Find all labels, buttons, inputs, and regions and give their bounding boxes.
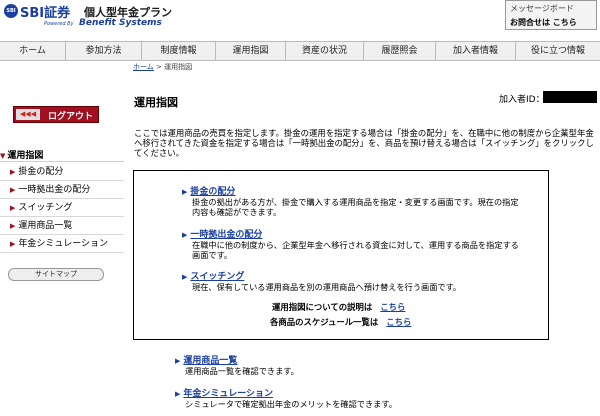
schedule-ref-label: 各商品のスケジュール一覧は xyxy=(270,317,379,327)
nav-asset-status[interactable]: 資産の状況 xyxy=(286,42,364,60)
option-title[interactable]: 掛金の配分 xyxy=(190,187,235,197)
breadcrumb-home[interactable]: ホーム xyxy=(133,63,154,71)
nav-system-info[interactable]: 制度情報 xyxy=(142,42,216,60)
contact-link[interactable]: お問合せは こちら xyxy=(510,17,577,28)
schedule-link[interactable]: こちら xyxy=(386,317,411,327)
schedule-ref: 各商品のスケジュール一覧は こちら xyxy=(270,316,411,328)
sidebar-item-pension-simulation[interactable]: ▶ 年金シミュレーション xyxy=(0,235,124,253)
sidebar-item-lump-sum-allocation[interactable]: ▶ 一時拠出金の配分 xyxy=(0,181,124,199)
sitemap-button[interactable]: サイトマップ xyxy=(8,268,104,281)
breadcrumb-current: 運用指図 xyxy=(164,63,193,71)
sidebar-item-switching[interactable]: ▶ スイッチング xyxy=(0,199,124,217)
sidebar-menu: ▶ 掛金の配分 ▶ 一時拠出金の配分 ▶ スイッチング ▶ 運用商品一覧 ▶ 年金シミュレ… xyxy=(0,163,124,253)
sidebar-item-label: 運用商品一覧 xyxy=(18,221,73,231)
option-contribution-allocation: ▶ 掛金の配分 掛金の拠出がある方が、掛金で購入する運用商品を指定・変更する画面で… xyxy=(182,184,522,217)
sidebar-item-product-list[interactable]: ▶ 運用商品一覧 xyxy=(0,217,124,235)
logout-arrows-icon: ◀◀◀ xyxy=(16,109,40,120)
nav-history[interactable]: 履歴照会 xyxy=(364,42,436,60)
option-switching: ▶ スイッチング 現在、保有している運用商品を別の運用商品へ預け替えを行う画面です… xyxy=(182,269,522,292)
triangle-right-icon: ▶ xyxy=(182,188,188,196)
pension-simulation-description: シミュレータで確定拠出年金のメリットを確認できます。 xyxy=(185,399,397,409)
pension-simulation-section: ▶ 年金シミュレーション シミュレータで確定拠出年金のメリットを確認できます。 xyxy=(175,386,515,409)
triangle-right-icon: ▶ xyxy=(10,168,16,176)
breadcrumb: ホーム > 運用指図 xyxy=(133,62,192,72)
logo-text[interactable]: SBI証券 xyxy=(20,2,70,21)
nav-useful-info[interactable]: 役に立つ情報 xyxy=(516,42,600,60)
global-nav: ホーム 参加方法 制度情報 運用指図 資産の状況 履歴照会 加入者情報 役に立つ… xyxy=(0,41,600,61)
intro-text: ここでは運用商品の売買を指定します。掛金の運用を指定する場合は「掛金の配分」を、… xyxy=(134,128,594,158)
option-title[interactable]: 一時拠出金の配分 xyxy=(190,230,262,240)
sidebar-item-label: 一時拠出金の配分 xyxy=(18,185,91,195)
option-link[interactable]: ▶ 掛金の配分 xyxy=(182,184,522,197)
sidebar-item-contribution-allocation[interactable]: ▶ 掛金の配分 xyxy=(0,163,124,181)
explanation-ref: 運用指図についての説明は こちら xyxy=(272,301,405,313)
sidebar-item-label: スイッチング xyxy=(18,203,73,213)
powered-by-label: Powered By xyxy=(44,21,74,27)
pension-simulation-title[interactable]: 年金シミュレーション xyxy=(183,389,273,399)
member-id-redacted xyxy=(543,91,597,103)
message-board-label[interactable]: メッセージボード xyxy=(510,3,574,14)
product-list-link[interactable]: ▶ 運用商品一覧 xyxy=(175,353,515,366)
member-id-label: 加入者ID： xyxy=(499,95,545,105)
option-description: 現在、保有している運用商品を別の運用商品へ預け替えを行う画面です。 xyxy=(192,282,462,292)
triangle-right-icon: ▶ xyxy=(10,204,16,212)
sidebar-item-label: 年金シミュレーション xyxy=(18,239,109,249)
triangle-right-icon: ▶ xyxy=(182,273,188,281)
triangle-right-icon: ▶ xyxy=(10,186,16,194)
logout-label: ログアウト xyxy=(48,112,94,122)
pension-simulation-link[interactable]: ▶ 年金シミュレーション xyxy=(175,386,515,399)
explanation-ref-label: 運用指図についての説明は xyxy=(272,302,373,312)
option-lump-sum-allocation: ▶ 一時拠出金の配分 在職中に他の制度から、企業型年金へ移行される資金に対して、運… xyxy=(182,227,522,260)
page-title: 運用指図 xyxy=(134,96,178,109)
sbi-logo-icon: SBI xyxy=(4,4,18,18)
benefit-systems-logo: Benefit Systems xyxy=(79,18,162,28)
triangle-right-icon: ▶ xyxy=(182,231,188,239)
option-description: 在職中に他の制度から、企業型年金へ移行される資金に対して、運用する商品を指定する… xyxy=(192,240,519,260)
nav-how-to-join[interactable]: 参加方法 xyxy=(66,42,142,60)
message-board-box[interactable]: メッセージボード お問合せは こちら xyxy=(505,0,597,30)
triangle-right-icon: ▶ xyxy=(175,357,181,365)
triangle-right-icon: ▶ xyxy=(175,390,181,398)
triangle-right-icon: ▶ xyxy=(10,240,16,248)
header: SBI SBI証券 個人型年金プラン Powered By Benefit Sy… xyxy=(0,0,600,40)
breadcrumb-separator: > xyxy=(153,63,165,71)
logout-button[interactable]: ◀◀◀ ログアウト xyxy=(13,106,99,123)
option-link[interactable]: ▶ スイッチング xyxy=(182,269,522,282)
triangle-down-icon: ▼ xyxy=(0,152,6,160)
triangle-right-icon: ▶ xyxy=(10,222,16,230)
option-description: 掛金の拠出がある方が、掛金で購入する運用商品を指定・変更する画面です。現在の指定… xyxy=(192,197,519,217)
nav-member-info[interactable]: 加入者情報 xyxy=(436,42,516,60)
options-panel: ▶ 掛金の配分 掛金の拠出がある方が、掛金で購入する運用商品を指定・変更する画面で… xyxy=(133,170,549,340)
nav-investment-instruction[interactable]: 運用指図 xyxy=(216,42,286,60)
nav-home[interactable]: ホーム xyxy=(0,42,66,60)
explanation-link[interactable]: こちら xyxy=(380,302,405,312)
sidebar-item-label: 掛金の配分 xyxy=(18,167,64,177)
option-link[interactable]: ▶ 一時拠出金の配分 xyxy=(182,227,522,240)
sidebar-section-label: 運用指図 xyxy=(7,151,44,161)
option-title[interactable]: スイッチング xyxy=(190,272,244,282)
product-list-title[interactable]: 運用商品一覧 xyxy=(183,356,237,366)
sidebar-section-title[interactable]: ▼ 運用指図 xyxy=(0,148,124,162)
product-list-section: ▶ 運用商品一覧 運用商品一覧を確認できます。 xyxy=(175,353,515,376)
product-list-description: 運用商品一覧を確認できます。 xyxy=(185,366,299,376)
